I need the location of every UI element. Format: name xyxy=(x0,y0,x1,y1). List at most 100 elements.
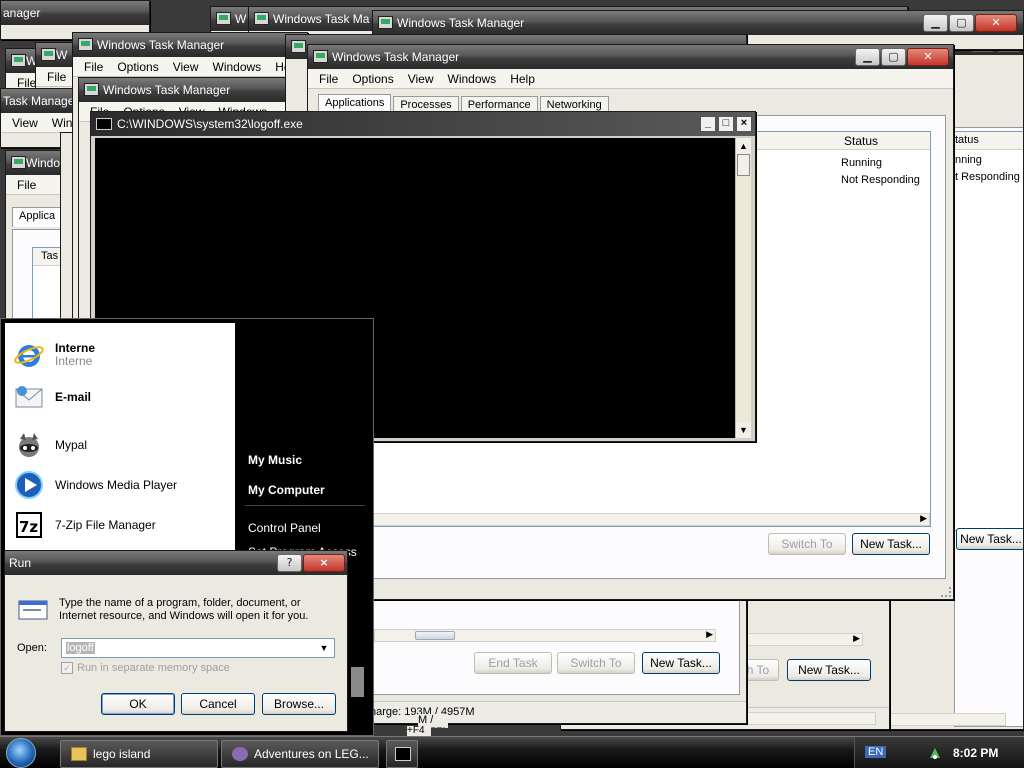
task-manager-icon xyxy=(41,48,56,61)
menu-view[interactable]: View xyxy=(5,113,45,132)
new-task-button[interactable]: New Task... xyxy=(956,528,1023,550)
ok-button[interactable]: OK xyxy=(101,693,175,715)
tab-applications[interactable]: Applica xyxy=(12,207,63,227)
minimize-button[interactable]: _ xyxy=(700,116,716,132)
run-title: Run xyxy=(9,556,32,570)
maximize-button[interactable]: ▢ xyxy=(881,48,906,66)
close-button[interactable]: ✕ xyxy=(975,14,1017,32)
window-title: Windows Task Manager xyxy=(97,38,225,52)
menu-file[interactable]: File xyxy=(77,57,110,76)
clock[interactable]: 8:02 PM xyxy=(953,746,998,760)
resize-grip[interactable] xyxy=(941,587,951,597)
task-manager-icon xyxy=(291,40,306,53)
menu-options[interactable]: Options xyxy=(110,57,165,76)
open-label: Open: xyxy=(17,642,47,654)
language-indicator[interactable]: EN xyxy=(865,746,887,758)
menu-options[interactable]: Options xyxy=(345,69,400,88)
close-button[interactable]: × xyxy=(303,554,345,572)
separate-memory-label: Run in separate memory space xyxy=(77,662,230,674)
new-task-button[interactable]: New Task... xyxy=(642,652,720,674)
status-not-responding: Not Responding xyxy=(841,174,920,186)
open-combobox[interactable]: logoff ▼ xyxy=(61,638,335,658)
window-title: Windows Task Manager xyxy=(103,83,231,97)
list-item[interactable]: Running xyxy=(841,157,882,169)
taskbar-item-console[interactable] xyxy=(386,740,418,768)
dropdown-arrow-icon[interactable]: ▼ xyxy=(316,640,332,656)
column-status[interactable]: Status xyxy=(844,134,878,148)
column-task[interactable]: Tas xyxy=(41,250,58,262)
end-task-button[interactable]: End Task xyxy=(474,652,552,674)
email-icon xyxy=(15,386,43,408)
close-button[interactable]: × xyxy=(736,116,752,132)
status-running: Running xyxy=(841,157,882,169)
list-item[interactable]: Not Responding xyxy=(841,174,920,186)
run-description: Type the name of a program, folder, docu… xyxy=(59,597,309,622)
console-icon xyxy=(96,118,112,130)
maximize-button[interactable]: ▢ xyxy=(949,14,974,32)
window-title: Windows Task Ma xyxy=(273,12,370,26)
start-item-internet[interactable]: Interne Interne xyxy=(13,337,95,373)
list-item[interactable]: nning xyxy=(955,154,982,166)
window-title: Windows Task Manager xyxy=(332,50,460,64)
menu-help[interactable]: Help xyxy=(503,69,542,88)
scroll-down-arrow[interactable]: ▼ xyxy=(736,422,751,438)
start-item-email[interactable]: E-mail xyxy=(13,379,91,415)
switch-to-button[interactable]: Switch To xyxy=(768,533,846,555)
task-manager-icon xyxy=(254,12,269,25)
media-player-icon xyxy=(15,471,43,499)
taskbar-item-lego-island[interactable]: lego island xyxy=(60,740,218,768)
menu-view[interactable]: View xyxy=(401,69,441,88)
separate-memory-checkbox[interactable]: ✓ xyxy=(61,662,73,674)
taskbar-item-adventures[interactable]: Adventures on LEG... xyxy=(221,740,379,768)
list-item[interactable]: t Responding xyxy=(955,171,1020,183)
console-scrollbar[interactable]: ▲ ▼ xyxy=(735,138,751,438)
menu-windows[interactable]: Windows xyxy=(441,69,504,88)
menu-view[interactable]: View xyxy=(166,57,206,76)
column-status[interactable]: tatus xyxy=(955,134,979,146)
internet-explorer-icon xyxy=(14,345,44,367)
start-item-7zip[interactable]: 7z 7-Zip File Manager xyxy=(13,507,156,543)
menu-file[interactable]: File xyxy=(312,69,345,88)
start-item-mypal[interactable]: Mypal xyxy=(13,427,87,463)
menu-windows[interactable]: Windows xyxy=(206,57,269,76)
new-task-button[interactable]: New Task... xyxy=(787,659,871,681)
help-button[interactable]: ? xyxy=(277,554,302,572)
task-manager-icon xyxy=(378,16,393,29)
task-manager-icon xyxy=(313,50,328,63)
browse-button[interactable]: Browse... xyxy=(262,693,336,715)
menu-file[interactable]: File xyxy=(40,67,73,86)
start-button[interactable] xyxy=(6,738,36,768)
scroll-up-arrow[interactable]: ▲ xyxy=(736,138,751,154)
run-dialog: Run ? × Type the name of a program, fold… xyxy=(4,550,348,732)
cancel-button[interactable]: Cancel xyxy=(181,693,255,715)
open-input[interactable]: logoff xyxy=(66,642,95,654)
task-manager-icon xyxy=(78,38,93,51)
minimize-button[interactable]: ▁ xyxy=(923,14,948,32)
menu-file[interactable]: File xyxy=(10,175,43,194)
start-item-control-panel[interactable]: Control Panel xyxy=(248,521,321,535)
start-item-my-computer[interactable]: My Computer xyxy=(248,483,325,497)
maximize-button[interactable]: □ xyxy=(718,116,734,132)
status-fragment-keys: +F4 xyxy=(407,726,431,736)
new-task-button[interactable]: New Task... xyxy=(852,533,930,555)
scroll-right-arrow[interactable]: ▶ xyxy=(920,513,927,524)
scroll-right-arrow[interactable]: ▶ xyxy=(706,629,713,640)
svg-text:7z: 7z xyxy=(19,518,38,536)
7zip-icon: 7z xyxy=(16,512,42,538)
start-item-my-music[interactable]: My Music xyxy=(248,453,302,467)
network-icon[interactable] xyxy=(927,745,943,761)
scrollbar-thumb[interactable] xyxy=(351,667,364,697)
system-tray: EN 8:02 PM xyxy=(854,737,1024,768)
console-title: C:\WINDOWS\system32\logoff.exe xyxy=(117,117,303,131)
game-icon xyxy=(232,747,248,761)
minimize-button[interactable]: ▁ xyxy=(855,48,880,66)
taskbar: lego island Adventures on LEG... EN 8:02… xyxy=(0,736,1024,768)
mypal-icon xyxy=(19,433,39,457)
switch-to-button[interactable]: Switch To xyxy=(557,652,635,674)
close-button[interactable]: ✕ xyxy=(907,48,949,66)
scroll-right-arrow[interactable]: ▶ xyxy=(853,633,860,644)
start-item-media-player[interactable]: Windows Media Player xyxy=(13,467,177,503)
scroll-thumb[interactable] xyxy=(737,154,750,176)
run-icon xyxy=(18,600,48,620)
folder-icon xyxy=(71,747,87,761)
